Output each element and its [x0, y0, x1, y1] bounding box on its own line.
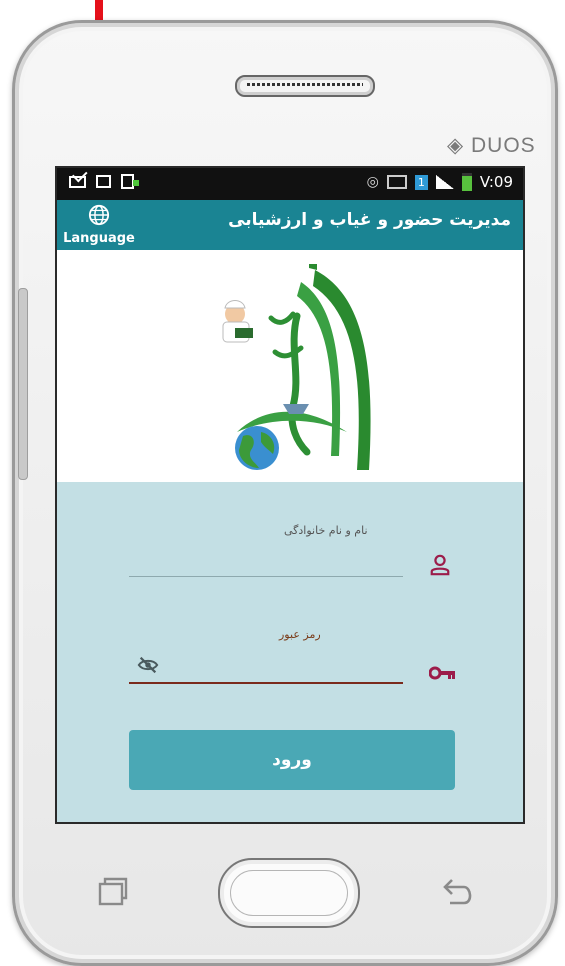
no-network-icon	[386, 175, 407, 189]
language-button[interactable]: Language	[60, 204, 138, 247]
app-bar: Language مدیریت حضور و غیاب و ارزشیابی	[57, 200, 523, 250]
password-field-label: رمز عبور	[279, 628, 321, 641]
app-title: مدیریت حضور و غیاب و ارزشیابی	[228, 210, 511, 230]
sim-slot-badge: 1	[414, 174, 428, 190]
download-notification-icon	[121, 174, 139, 189]
app-logo	[222, 264, 371, 470]
home-button[interactable]	[218, 858, 360, 928]
recent-apps-icon[interactable]	[97, 875, 129, 907]
volume-side-button[interactable]	[18, 288, 28, 480]
globe-icon	[88, 204, 110, 226]
smart-stay-icon: ◎	[366, 174, 379, 190]
key-icon	[429, 666, 455, 680]
earpiece-speaker	[235, 75, 375, 97]
mail-notification-icon	[69, 175, 86, 188]
language-label: Language	[63, 231, 135, 246]
status-time: V:09	[479, 173, 513, 191]
battery-icon	[461, 173, 472, 191]
name-field-label: نام و نام خانوادگی	[284, 524, 368, 537]
app-screen: ◎ 1 V:09 Language مدیریت حضور و غیاب و ا…	[55, 166, 525, 824]
name-input[interactable]	[129, 548, 403, 577]
image-notification-icon	[96, 175, 111, 188]
eye-off-icon[interactable]	[137, 656, 159, 674]
back-arrow-icon[interactable]	[440, 877, 476, 905]
login-button[interactable]: ورود	[129, 730, 455, 790]
person-icon	[430, 554, 450, 576]
password-input[interactable]	[129, 652, 403, 684]
signal-icon	[435, 175, 454, 189]
duos-brand-label: ◈ DUOS	[447, 134, 536, 157]
status-bar: ◎ 1 V:09	[57, 168, 523, 200]
logo-area	[57, 250, 523, 482]
